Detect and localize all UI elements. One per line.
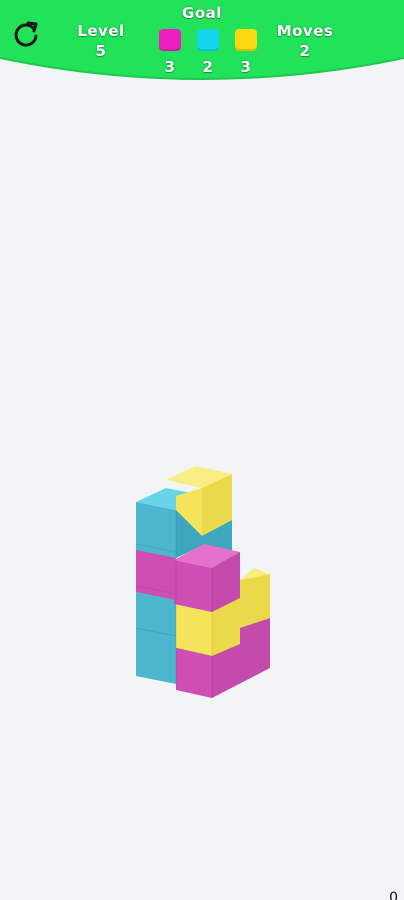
corner-indicator: 0 (389, 890, 398, 900)
game-screen: Level 5 Goal 3 2 3 Moves 2 0 (0, 0, 404, 900)
cube-stack (135, 466, 270, 698)
puzzle-board (0, 0, 404, 900)
